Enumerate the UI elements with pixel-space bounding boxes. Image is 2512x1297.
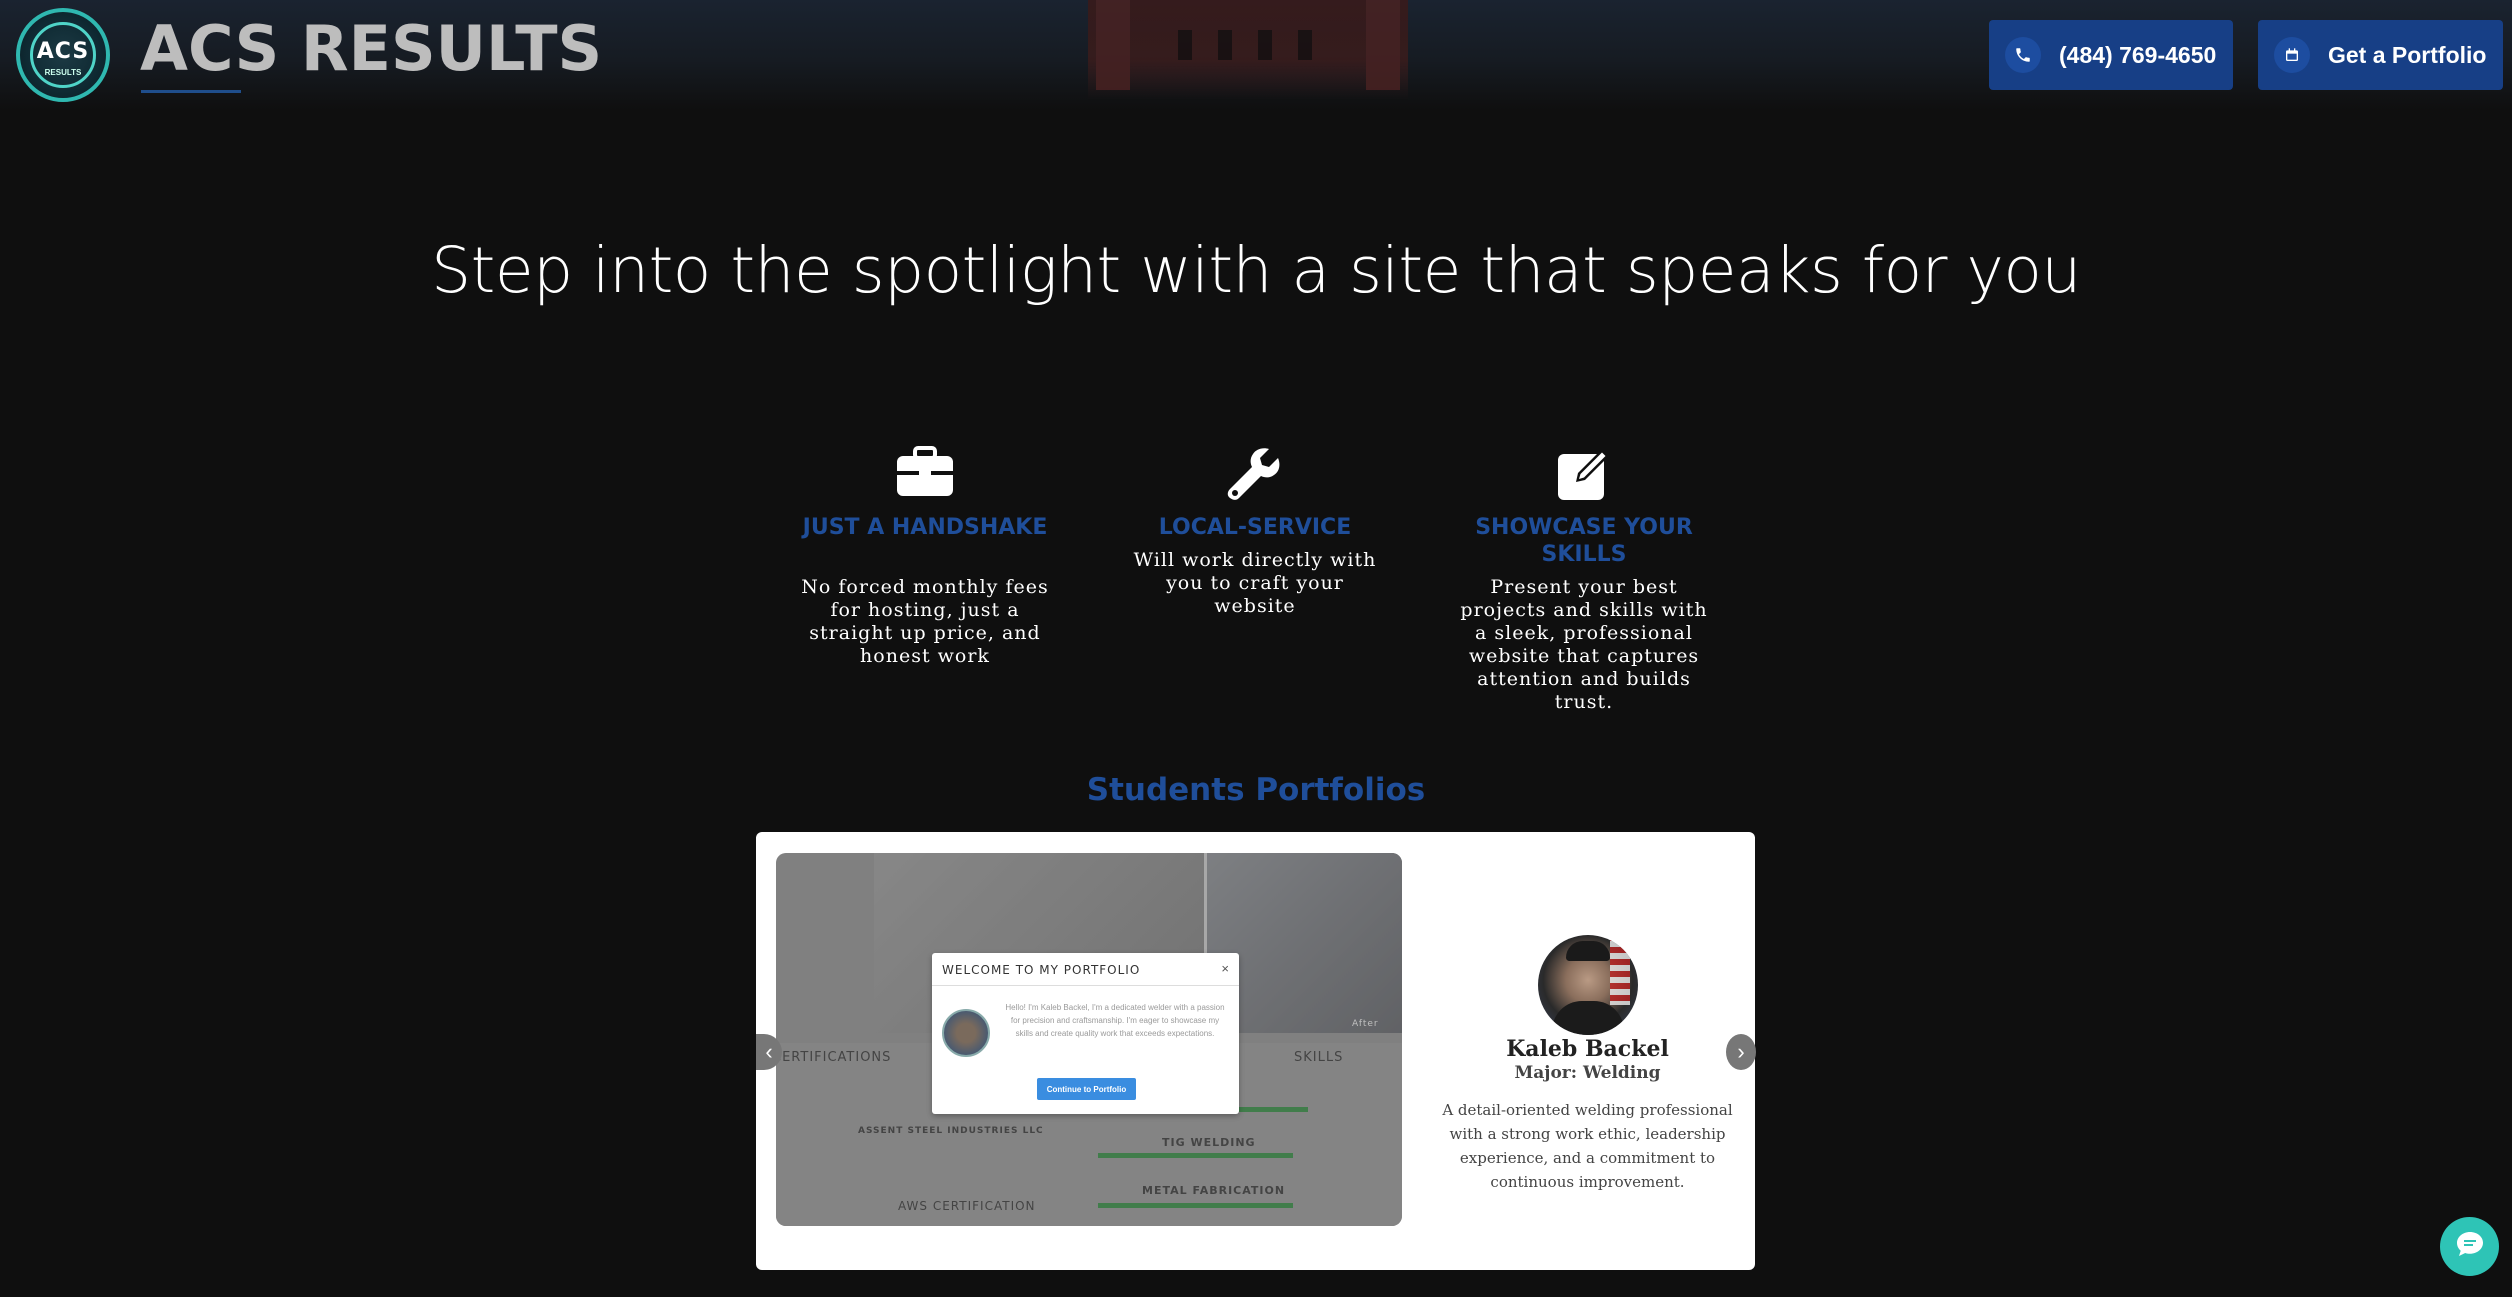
logo-subtext: RESULTS: [44, 68, 82, 77]
feature-description: Present your best projects and skills wi…: [1460, 576, 1708, 713]
modal-avatar: [942, 1009, 990, 1057]
get-portfolio-button[interactable]: Get a Portfolio: [2258, 20, 2503, 90]
avatar: [1538, 935, 1638, 1035]
brand-underline: [141, 90, 241, 93]
portfolios-section-title: Students Portfolios: [1086, 772, 1426, 808]
hero-title: Step into the spotlight with a site that…: [431, 234, 2081, 307]
feature-description: No forced monthly fees for hosting, just…: [801, 576, 1049, 667]
briefcase-icon: [795, 446, 1055, 506]
feature-title: SHOWCASE YOUR SKILLS: [1475, 515, 1693, 567]
chat-button[interactable]: [2440, 1217, 2499, 1276]
feature-title: JUST A HANDSHAKE: [802, 515, 1048, 540]
wrench-icon: [1125, 446, 1385, 506]
student-name: Kaleb Backel: [1506, 1036, 1669, 1062]
feature-local-service: LOCAL-SERVICE Will work directly with yo…: [1125, 446, 1385, 617]
logo[interactable]: ACS RESULTS: [16, 8, 110, 102]
carousel-next-button[interactable]: ›: [1726, 1034, 1756, 1070]
feature-handshake: JUST A HANDSHAKE No forced monthly fees …: [795, 446, 1055, 667]
site-header: ACS RESULTS ACS RESULTS (484) 769-4650 G…: [0, 0, 2512, 110]
student-major: Major: Welding: [1514, 1063, 1661, 1083]
portfolio-preview-image[interactable]: After CERTIFICATIONS SKILLS ASSENT STEEL…: [776, 853, 1402, 1226]
modal-title: WELCOME TO MY PORTFOLIO: [942, 963, 1141, 977]
edit-icon: [1454, 446, 1714, 506]
phone-icon: [2005, 37, 2041, 73]
modal-text: Hello! I'm Kaleb Backel, I'm a dedicated…: [1005, 1003, 1225, 1038]
header-background-building: [1088, 0, 1408, 100]
calendar-icon: [2274, 37, 2310, 73]
welcome-modal-preview: WELCOME TO MY PORTFOLIO × Hello! I'm Kal…: [932, 953, 1239, 1114]
portfolio-card: After CERTIFICATIONS SKILLS ASSENT STEEL…: [756, 832, 1755, 1270]
phone-button-label: (484) 769-4650: [2059, 41, 2217, 68]
student-profile: Kaleb Backel Major: Welding A detail-ori…: [1420, 832, 1755, 1270]
continue-to-portfolio-button: Continue to Portfolio: [1037, 1078, 1136, 1100]
logo-text: ACS: [36, 39, 90, 64]
close-icon: ×: [1221, 961, 1229, 976]
chat-bubble-icon: [2456, 1231, 2484, 1262]
get-portfolio-label: Get a Portfolio: [2328, 41, 2487, 68]
feature-showcase-skills: SHOWCASE YOUR SKILLS Present your best p…: [1454, 446, 1714, 713]
student-description: A detail-oriented welding professional w…: [1442, 1101, 1733, 1191]
feature-description: Will work directly with you to craft you…: [1133, 549, 1377, 617]
brand-name[interactable]: ACS RESULTS: [140, 12, 602, 85]
phone-button[interactable]: (484) 769-4650: [1989, 20, 2233, 90]
feature-title: LOCAL-SERVICE: [1158, 515, 1352, 540]
